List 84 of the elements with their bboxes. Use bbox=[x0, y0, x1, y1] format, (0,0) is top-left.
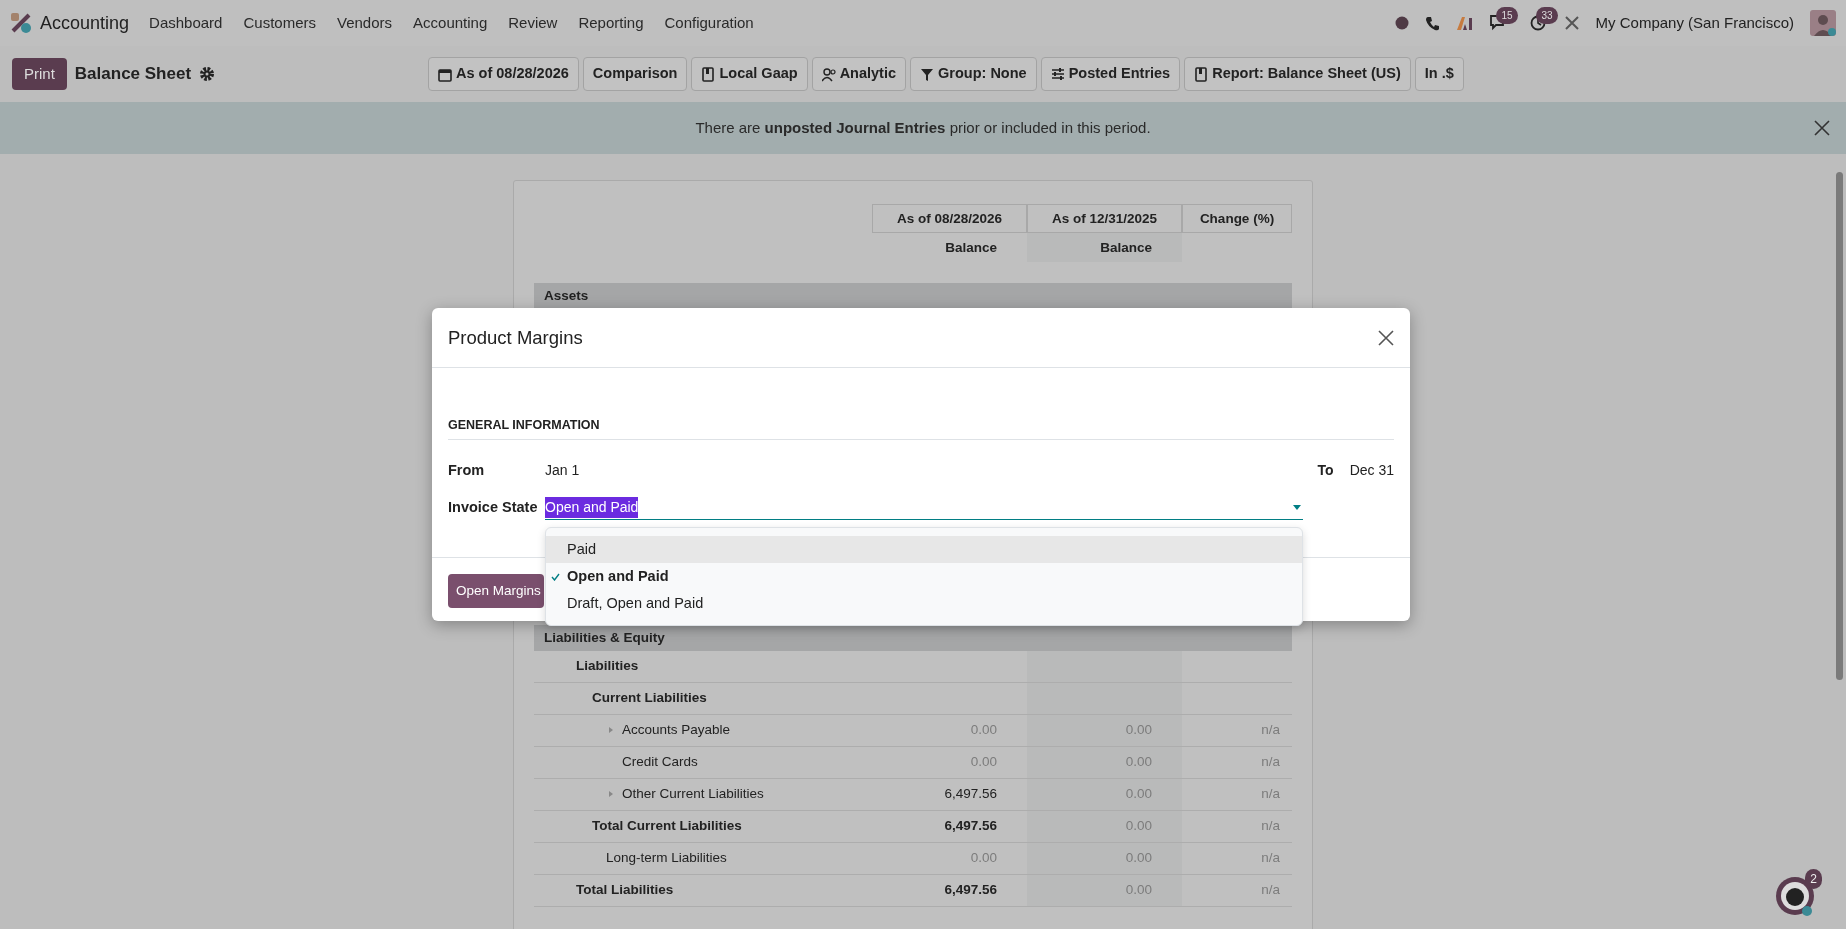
dialog-title: Product Margins bbox=[448, 325, 583, 350]
field-value: Dec 31 bbox=[1349, 461, 1394, 481]
menu-item[interactable]: Customers bbox=[243, 11, 316, 35]
row-label: Assets bbox=[544, 287, 589, 303]
column-header: As of 12/31/2025 bbox=[1027, 204, 1182, 233]
table-cell-text: 0.00 bbox=[970, 721, 997, 740]
table-cell-text: n/a bbox=[1261, 785, 1280, 804]
row-label: Total Current Liabilities bbox=[592, 818, 742, 834]
menu-item[interactable]: Configuration bbox=[664, 11, 754, 35]
column-header: As of 08/28/2026 bbox=[872, 204, 1027, 233]
row-label: Current Liabilities bbox=[592, 690, 707, 706]
select-field[interactable]: Open and Paid bbox=[545, 495, 1303, 520]
scrollbar[interactable] bbox=[1836, 172, 1843, 680]
chat-bot-icon[interactable] bbox=[1774, 875, 1816, 917]
table-cell-text: 0.00 bbox=[970, 849, 997, 868]
count-badge: 33 bbox=[1536, 7, 1558, 24]
table-cell-text: 0.00 bbox=[1125, 721, 1152, 740]
filter-button[interactable]: Comparison bbox=[582, 57, 688, 91]
filter-button[interactable]: Posted Entries bbox=[1040, 57, 1181, 91]
company-name[interactable]: My Company (San Francisco) bbox=[1595, 11, 1794, 35]
menu-item[interactable]: Accounting bbox=[413, 11, 488, 35]
book-icon bbox=[1194, 66, 1209, 82]
open-margins-button[interactable]: Open Margins bbox=[448, 574, 544, 609]
table-cell-text: 0.00 bbox=[1125, 817, 1152, 836]
table-cell-text: 0.00 bbox=[1125, 785, 1152, 804]
menu-item[interactable]: Reporting bbox=[578, 11, 644, 35]
field-label: Invoice State bbox=[448, 497, 539, 517]
count-badge: 15 bbox=[1496, 7, 1518, 24]
field-value: Jan 1 bbox=[545, 461, 580, 481]
close-icon[interactable] bbox=[1814, 120, 1830, 136]
ai-icon[interactable] bbox=[1455, 15, 1474, 31]
dropdown-option[interactable]: Open and Paid bbox=[546, 563, 1302, 590]
filter-button[interactable]: Analytic bbox=[811, 57, 907, 91]
section-title: GENERAL INFORMATION bbox=[448, 416, 1394, 440]
people-icon bbox=[821, 66, 836, 82]
field-label: To bbox=[1317, 461, 1334, 481]
dropdown-caret-icon[interactable] bbox=[1293, 504, 1301, 510]
filter-button[interactable]: Group: None bbox=[910, 57, 1037, 91]
table-cell-text: 0.00 bbox=[1125, 753, 1152, 772]
report-title: Balance Sheet bbox=[74, 63, 192, 86]
app-logo-icon[interactable] bbox=[10, 12, 32, 34]
table-cell-text: n/a bbox=[1261, 817, 1280, 836]
calendar-icon bbox=[438, 66, 452, 82]
row-label[interactable]: Long-term Liabilities bbox=[606, 850, 727, 866]
filter-button[interactable]: Local Gaap bbox=[691, 57, 808, 91]
count-badge: 2 bbox=[1805, 869, 1822, 889]
dropdown-option[interactable]: Draft, Open and Paid bbox=[546, 590, 1302, 617]
table-cell-text: n/a bbox=[1261, 849, 1280, 868]
column-subheader: Balance bbox=[944, 239, 998, 257]
row-label: Total Liabilities bbox=[576, 882, 674, 898]
table-cell-text: 6,497.56 bbox=[944, 817, 997, 836]
row-label: Liabilities & Equity bbox=[544, 629, 665, 645]
table-cell-text: n/a bbox=[1261, 753, 1280, 772]
status-dot-icon[interactable] bbox=[1394, 16, 1409, 30]
field-label: From bbox=[448, 460, 486, 480]
close-icon[interactable] bbox=[1378, 329, 1394, 346]
column-header: Change (%) bbox=[1182, 204, 1292, 233]
table-cell-text: 6,497.56 bbox=[944, 785, 997, 804]
alert-message: There are unposted Journal Entries prior or included in this period. bbox=[695, 117, 1151, 138]
row-label[interactable]: Accounts Payable bbox=[622, 722, 731, 738]
filter-button[interactable]: Report: Balance Sheet (US) bbox=[1184, 57, 1411, 91]
menu-item[interactable]: Dashboard bbox=[149, 11, 223, 35]
phone-icon[interactable] bbox=[1424, 15, 1440, 31]
filter-button[interactable]: In .$ bbox=[1414, 57, 1464, 91]
print-button[interactable]: Print bbox=[12, 57, 67, 91]
filter-icon bbox=[920, 66, 935, 82]
row-label: Liabilities bbox=[576, 658, 639, 674]
menu-item[interactable]: Vendors bbox=[337, 11, 393, 35]
table-cell-text: n/a bbox=[1261, 721, 1280, 740]
table-cell-text: 0.00 bbox=[1125, 881, 1152, 900]
menu-item[interactable]: Review bbox=[508, 11, 558, 35]
check-icon bbox=[551, 573, 560, 581]
row-label[interactable]: Credit Cards bbox=[622, 754, 698, 770]
book-icon bbox=[701, 66, 716, 82]
sliders-icon bbox=[1050, 66, 1065, 82]
table-cell-text: 0.00 bbox=[970, 753, 997, 772]
column-subheader: Balance bbox=[1027, 233, 1182, 262]
row-label[interactable]: Other Current Liabilities bbox=[622, 786, 764, 802]
table-cell-text: 0.00 bbox=[1125, 849, 1152, 868]
table-cell-text: 6,497.56 bbox=[944, 881, 997, 900]
app-name[interactable]: Accounting bbox=[40, 9, 130, 37]
filter-button[interactable]: As of 08/28/2026 bbox=[428, 57, 579, 91]
table-cell-text: n/a bbox=[1261, 881, 1280, 900]
dropdown-option[interactable]: Paid bbox=[546, 536, 1302, 563]
